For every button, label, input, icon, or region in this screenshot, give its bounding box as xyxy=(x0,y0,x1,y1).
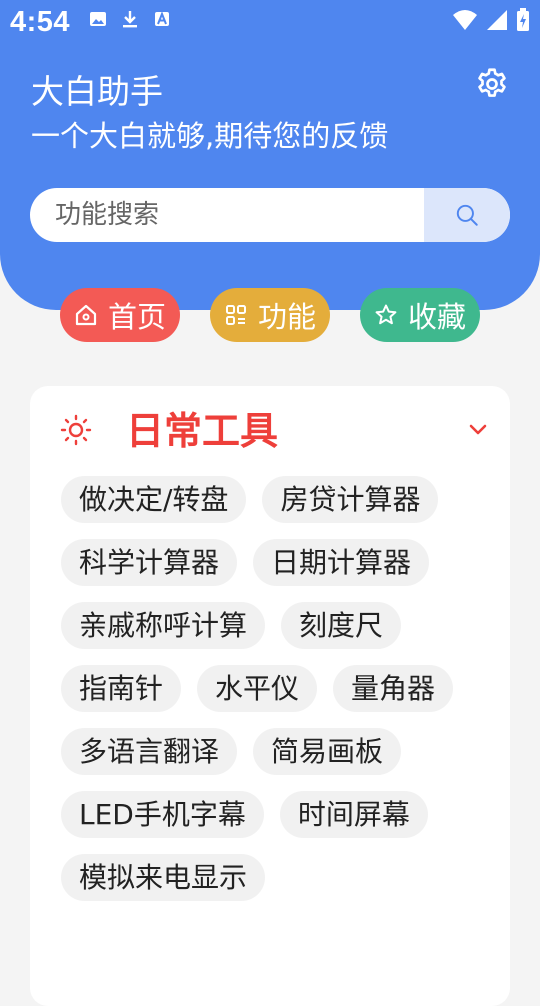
tool-chip-relative-title[interactable]: 亲戚称呼计算 xyxy=(61,602,266,649)
app-title: 大白助手 xyxy=(31,72,163,111)
download-icon xyxy=(123,11,137,28)
star-icon xyxy=(375,304,397,325)
tool-chip-time-screen[interactable]: 时间屏幕 xyxy=(279,791,428,838)
gear-icon xyxy=(478,68,506,97)
status-bar: 4:54 xyxy=(0,0,540,46)
grid-icon xyxy=(225,305,246,325)
tool-list: 做决定/转盘 房贷计算器 科学计算器 日期计算器 亲戚称呼计算 刻度尺 指南针 … xyxy=(61,476,481,901)
tab-favorites[interactable]: 收藏 xyxy=(360,288,480,342)
tool-chip-compass[interactable]: 指南针 xyxy=(61,665,182,712)
daily-tools-card: 日常工具 做决定/转盘 房贷计算器 科学计算器 日期计算器 亲戚称呼计算 刻度尺… xyxy=(30,386,510,1006)
section-title: 日常工具 xyxy=(126,409,279,453)
tool-chip-led-subtitle[interactable]: LED手机字幕 xyxy=(61,791,264,838)
search-button[interactable] xyxy=(424,188,510,242)
tool-chip-scientific-calculator[interactable]: 科学计算器 xyxy=(61,539,238,586)
tab-functions[interactable]: 功能 xyxy=(210,288,330,342)
tool-chip-fake-call[interactable]: 模拟来电显示 xyxy=(61,854,266,901)
tool-chip-mortgage-calculator[interactable]: 房贷计算器 xyxy=(262,476,439,523)
app-subtitle: 一个大白就够,期待您的反馈 xyxy=(31,119,389,153)
search-bar xyxy=(30,188,510,242)
tab-home-label: 首页 xyxy=(107,300,166,334)
signal-icon xyxy=(487,10,507,30)
search-input[interactable] xyxy=(30,188,447,242)
a-badge-icon xyxy=(155,11,169,26)
tool-chip-decision[interactable]: 做决定/转盘 xyxy=(61,476,247,523)
settings-button[interactable] xyxy=(474,66,510,102)
status-time: 4:54 xyxy=(10,6,71,38)
battery-icon xyxy=(517,8,529,31)
chevron-down-icon[interactable] xyxy=(466,418,490,442)
tool-chip-drawing-board[interactable]: 简易画板 xyxy=(253,728,402,775)
tool-chip-translate[interactable]: 多语言翻译 xyxy=(61,728,238,775)
tab-functions-label: 功能 xyxy=(257,300,316,334)
header-banner xyxy=(0,0,540,310)
tab-home[interactable]: 首页 xyxy=(60,288,180,342)
wifi-icon xyxy=(453,10,477,30)
tab-favorites-label: 收藏 xyxy=(407,300,466,334)
tool-chip-ruler[interactable]: 刻度尺 xyxy=(281,602,402,649)
tool-chip-date-calculator[interactable]: 日期计算器 xyxy=(253,539,430,586)
tool-chip-level[interactable]: 水平仪 xyxy=(197,665,318,712)
sun-icon xyxy=(60,414,92,446)
search-icon xyxy=(456,204,478,226)
home-icon xyxy=(75,304,97,326)
tool-chip-protractor[interactable]: 量角器 xyxy=(333,665,454,712)
image-icon xyxy=(90,12,106,26)
